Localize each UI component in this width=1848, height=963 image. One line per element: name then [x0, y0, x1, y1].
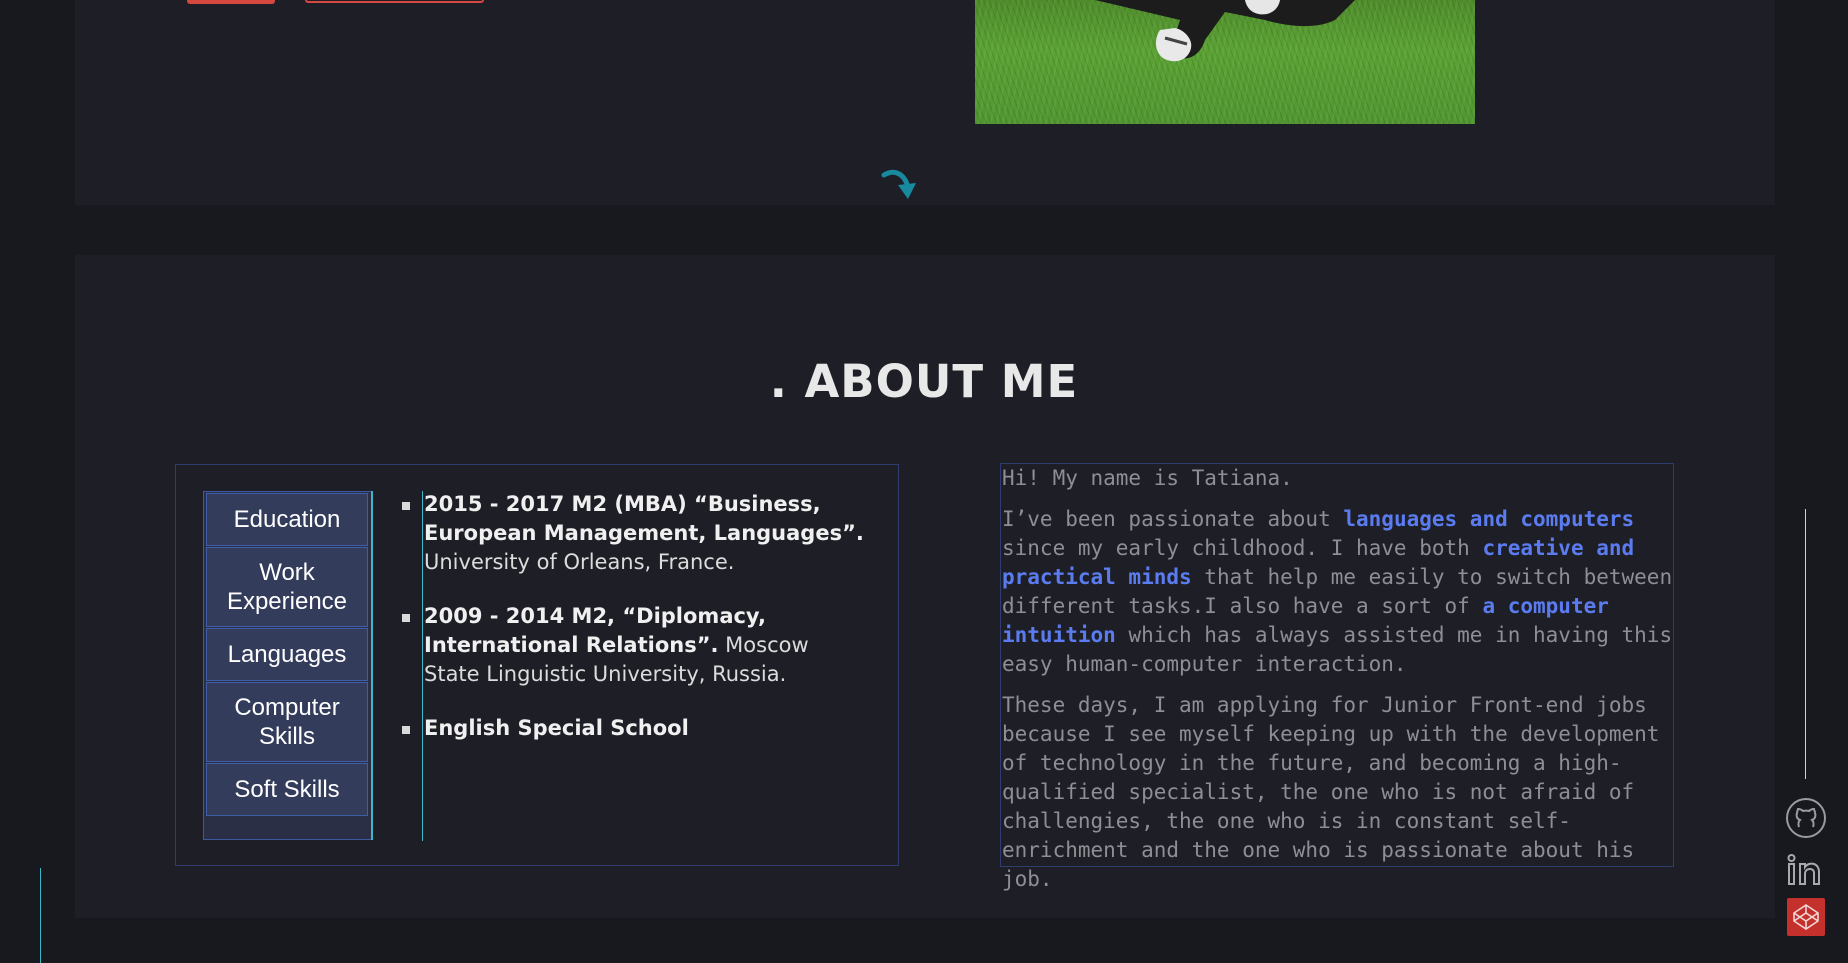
list-item: 2015 - 2017 M2 (MBA) “Business, European…	[400, 490, 870, 577]
intro-text-segment: since my early childhood. I have both	[1002, 536, 1483, 560]
profile-photo	[975, 0, 1475, 124]
tab-soft-skills[interactable]: Soft Skills	[206, 763, 368, 816]
secondary-button[interactable]	[305, 0, 484, 3]
education-school: University of Orleans, France.	[424, 550, 735, 574]
education-list: 2015 - 2017 M2 (MBA) “Business, European…	[400, 490, 870, 768]
scroll-down-arrow-icon[interactable]	[878, 165, 922, 213]
tab-list: Education Work Experience Languages Comp…	[203, 491, 373, 840]
intro-paragraph: I’ve been passionate about languages and…	[1002, 505, 1673, 679]
highlight-text: languages and computers	[1343, 507, 1635, 531]
intro-text: Hi! My name is Tatiana. I’ve been passio…	[1000, 463, 1674, 891]
tab-computer-skills[interactable]: Computer Skills	[206, 682, 368, 762]
list-item: 2009 - 2014 M2, “Diplomacy, Internationa…	[400, 602, 870, 689]
education-degree: English Special School	[424, 716, 689, 740]
tab-education[interactable]: Education	[206, 493, 368, 546]
section-title: . ABOUT ME	[769, 355, 1079, 408]
codepen-icon[interactable]	[1787, 898, 1825, 936]
tab-indicator	[371, 491, 373, 840]
intro-greeting: Hi! My name is Tatiana.	[1002, 466, 1293, 490]
tab-work-experience[interactable]: Work Experience	[206, 547, 368, 627]
list-item: English Special School	[400, 714, 870, 743]
bullet-icon	[402, 726, 410, 734]
bullet-icon	[402, 502, 410, 510]
intro-paragraph: These days, I am applying for Junior Fro…	[1002, 693, 1660, 891]
education-degree: 2009 - 2014 M2, “Diplomacy, Internationa…	[424, 604, 766, 657]
linkedin-icon[interactable]	[1785, 850, 1827, 892]
tab-languages[interactable]: Languages	[206, 628, 368, 681]
hero-section	[75, 0, 1775, 205]
primary-button[interactable]	[187, 0, 275, 4]
bullet-icon	[402, 614, 410, 622]
intro-text-segment: I’ve been passionate about	[1002, 507, 1344, 531]
github-icon[interactable]	[1785, 797, 1827, 839]
education-degree: 2015 - 2017 M2 (MBA) “Business, European…	[424, 492, 864, 545]
left-accent-line	[40, 868, 41, 963]
social-divider-line	[1805, 509, 1806, 779]
